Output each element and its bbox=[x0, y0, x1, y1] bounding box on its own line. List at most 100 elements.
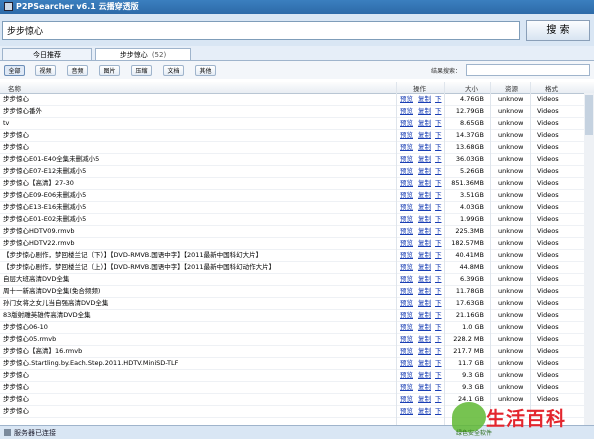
play-link[interactable]: 预览 bbox=[400, 95, 413, 104]
play-link[interactable]: 预览 bbox=[400, 119, 413, 128]
play-link[interactable]: 预览 bbox=[400, 311, 413, 320]
download-link[interactable]: 下 bbox=[435, 167, 442, 176]
table-row[interactable]: 步步惊心【高清】16.rmvb 预览 复制下 217.7 MB unknow Videos bbox=[0, 346, 594, 358]
download-link[interactable]: 下 bbox=[435, 131, 442, 140]
copy-link[interactable]: 复制 bbox=[418, 155, 431, 164]
copy-link[interactable]: 复制 bbox=[418, 347, 431, 356]
download-link[interactable]: 下 bbox=[435, 323, 442, 332]
tab-search-result[interactable]: 步步惊心 (52) bbox=[95, 48, 191, 60]
copy-link[interactable]: 复制 bbox=[418, 371, 431, 380]
table-row[interactable]: 步步惊心HDTV22.rmvb 预览 复制下 182.57MB unknow Videos bbox=[0, 238, 594, 250]
copy-link[interactable]: 复制 bbox=[418, 299, 431, 308]
download-link[interactable]: 下 bbox=[435, 119, 442, 128]
play-link[interactable]: 预览 bbox=[400, 335, 413, 344]
table-row[interactable]: 孙门女将之女儿当自强高清DVD全集 预览 复制下 17.63GB unknow Video… bbox=[0, 298, 594, 310]
table-row[interactable]: 步步惊心06-10 预览 复制下 1.0 GB unknow Videos bbox=[0, 322, 594, 334]
play-link[interactable]: 预览 bbox=[400, 299, 413, 308]
copy-link[interactable]: 复制 bbox=[418, 107, 431, 116]
download-link[interactable]: 下 bbox=[435, 407, 442, 416]
copy-link[interactable]: 复制 bbox=[418, 143, 431, 152]
table-row[interactable]: 【步步惊心剧作，梦回楼兰记（上）】【DVD-RMVB.国语中字】【2011最新中… bbox=[0, 262, 594, 274]
download-link[interactable]: 下 bbox=[435, 227, 442, 236]
download-link[interactable]: 下 bbox=[435, 191, 442, 200]
play-link[interactable]: 预览 bbox=[400, 143, 413, 152]
header-source[interactable]: 资源 bbox=[505, 83, 518, 93]
play-link[interactable]: 预览 bbox=[400, 407, 413, 416]
filter-button[interactable]: 压缩 bbox=[131, 65, 152, 76]
copy-link[interactable]: 复制 bbox=[418, 251, 431, 260]
download-link[interactable]: 下 bbox=[435, 371, 442, 380]
copy-link[interactable]: 复制 bbox=[418, 287, 431, 296]
play-link[interactable]: 预览 bbox=[400, 263, 413, 272]
search-input[interactable]: 步步惊心 bbox=[2, 21, 520, 40]
table-row[interactable]: tv 预览 复制下 8.65GB unknow Videos bbox=[0, 118, 594, 130]
copy-link[interactable]: 复制 bbox=[418, 203, 431, 212]
copy-link[interactable]: 复制 bbox=[418, 263, 431, 272]
play-link[interactable]: 预览 bbox=[400, 239, 413, 248]
header-size[interactable]: 大小 bbox=[465, 83, 478, 93]
table-row[interactable]: 步步惊心 预览 复制下 14.37GB unknow Videos bbox=[0, 130, 594, 142]
search-button[interactable]: 搜 索 bbox=[526, 20, 590, 41]
table-row[interactable]: 步步惊心E07-E12未删减小5 预览 复制下 5.26GB unknow Videos bbox=[0, 166, 594, 178]
table-row[interactable]: 步步惊心 预览 复制下 9.3 GB unknow Videos bbox=[0, 382, 594, 394]
play-link[interactable]: 预览 bbox=[400, 179, 413, 188]
table-row[interactable]: 步步惊心 预览 复制下 13.68GB unknow Videos bbox=[0, 142, 594, 154]
download-link[interactable]: 下 bbox=[435, 263, 442, 272]
play-link[interactable]: 预览 bbox=[400, 191, 413, 200]
header-name[interactable]: 名称 bbox=[8, 83, 21, 93]
copy-link[interactable]: 复制 bbox=[418, 335, 431, 344]
filter-button[interactable]: 文档 bbox=[163, 65, 184, 76]
play-link[interactable]: 预览 bbox=[400, 383, 413, 392]
copy-link[interactable]: 复制 bbox=[418, 395, 431, 404]
table-row[interactable]: 83版射雕英雄传高清DVD全集 预览 复制下 21.16GB unknow Videos bbox=[0, 310, 594, 322]
filter-button[interactable]: 其他 bbox=[195, 65, 216, 76]
download-link[interactable]: 下 bbox=[435, 347, 442, 356]
table-row[interactable]: 步步惊心E13-E16未删减小5 预览 复制下 4.03GB unknow Videos bbox=[0, 202, 594, 214]
download-link[interactable]: 下 bbox=[435, 359, 442, 368]
table-row[interactable]: 步步惊心E01-E40全集未删减小5 预览 复制下 36.03GB unknow Vide… bbox=[0, 154, 594, 166]
download-link[interactable]: 下 bbox=[435, 215, 442, 224]
download-link[interactable]: 下 bbox=[435, 95, 442, 104]
table-row[interactable]: 步步惊心E09-E06未删减小5 预览 复制下 3.51GB unknow Videos bbox=[0, 190, 594, 202]
table-row[interactable]: 自层大班高清DVD全集 预览 复制下 6.39GB unknow Videos bbox=[0, 274, 594, 286]
copy-link[interactable]: 复制 bbox=[418, 239, 431, 248]
table-row[interactable]: 【步步惊心剧作，梦回楼兰记（下）】【DVD-RMVB.国语中字】【2011最新中… bbox=[0, 250, 594, 262]
play-link[interactable]: 预览 bbox=[400, 251, 413, 260]
play-link[interactable]: 预览 bbox=[400, 131, 413, 140]
header-ops[interactable]: 操作 bbox=[413, 83, 426, 93]
vertical-scrollbar[interactable] bbox=[584, 93, 594, 425]
play-link[interactable]: 预览 bbox=[400, 155, 413, 164]
download-link[interactable]: 下 bbox=[435, 155, 442, 164]
filter-button[interactable]: 全部 bbox=[4, 65, 25, 76]
play-link[interactable]: 预览 bbox=[400, 395, 413, 404]
download-link[interactable]: 下 bbox=[435, 179, 442, 188]
copy-link[interactable]: 复制 bbox=[418, 323, 431, 332]
play-link[interactable]: 预览 bbox=[400, 107, 413, 116]
copy-link[interactable]: 复制 bbox=[418, 179, 431, 188]
download-link[interactable]: 下 bbox=[435, 239, 442, 248]
table-row[interactable]: 步步惊心番外 预览 复制下 12.79GB unknow Videos bbox=[0, 106, 594, 118]
download-link[interactable]: 下 bbox=[435, 251, 442, 260]
play-link[interactable]: 预览 bbox=[400, 203, 413, 212]
table-row[interactable]: 步步惊心.Startling.by.Each.Step.2011.HDTV.Mi… bbox=[0, 358, 594, 370]
table-row[interactable]: 步步惊心 预览 复制下 4.76GB unknow Videos bbox=[0, 94, 594, 106]
play-link[interactable]: 预览 bbox=[400, 371, 413, 380]
filter-button[interactable]: 图片 bbox=[99, 65, 120, 76]
filter-button[interactable]: 视频 bbox=[35, 65, 56, 76]
copy-link[interactable]: 复制 bbox=[418, 359, 431, 368]
table-row[interactable]: 步步惊心05.rmvb 预览 复制下 228.2 MB unknow Videos bbox=[0, 334, 594, 346]
copy-link[interactable]: 复制 bbox=[418, 275, 431, 284]
play-link[interactable]: 预览 bbox=[400, 287, 413, 296]
copy-link[interactable]: 复制 bbox=[418, 131, 431, 140]
table-row[interactable]: 步步惊心 预览 复制下 9.3 GB unknow Videos bbox=[0, 370, 594, 382]
download-link[interactable]: 下 bbox=[435, 335, 442, 344]
table-row[interactable]: 周十一新高清DVD全集(免合频频) 预览 复制下 11.78GB unknow Video… bbox=[0, 286, 594, 298]
play-link[interactable]: 预览 bbox=[400, 215, 413, 224]
play-link[interactable]: 预览 bbox=[400, 275, 413, 284]
play-link[interactable]: 预览 bbox=[400, 359, 413, 368]
table-row[interactable]: 步步惊心【高清】27-30 预览 复制下 851.36MB unknow Videos bbox=[0, 178, 594, 190]
table-row[interactable]: 步步惊心HDTV09.rmvb 预览 复制下 225.3MB unknow Videos bbox=[0, 226, 594, 238]
download-link[interactable]: 下 bbox=[435, 383, 442, 392]
download-link[interactable]: 下 bbox=[435, 143, 442, 152]
copy-link[interactable]: 复制 bbox=[418, 95, 431, 104]
